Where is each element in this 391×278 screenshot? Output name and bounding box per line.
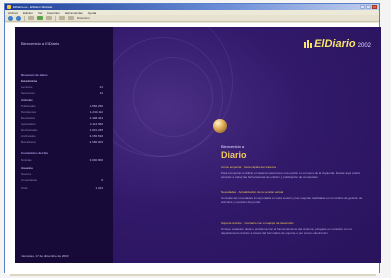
section-label[interactable]: Soporte técnico · Contacto con el equipo… (221, 221, 293, 225)
menu-ver[interactable]: Ver (38, 11, 43, 15)
sidebar-subheading: Usuarios (21, 166, 33, 170)
address-label: Dirección (77, 16, 90, 20)
sidebar-row-value: 1.001.345 (89, 128, 103, 132)
window-controls (360, 5, 377, 9)
minimize-button[interactable] (360, 5, 365, 9)
sidebar-row[interactable]: Pendientes 1.240.112 (21, 110, 103, 114)
sidebar-row-label: Publicados (21, 104, 36, 108)
sidebar-section-title: Contenidos del día (21, 151, 48, 155)
sidebar-row[interactable]: Conectados 8 (21, 178, 103, 182)
toolbar: Dirección (5, 15, 379, 22)
sidebar-row[interactable]: Total 1.234 (21, 186, 103, 190)
sidebar-row-label: Revisados (21, 116, 36, 120)
sidebar-row-value: 2.180.003 (89, 140, 103, 144)
sidebar-row-value: 1.234 (95, 186, 103, 190)
sidebar-row-value: 3.000.800 (89, 158, 103, 162)
menu-edicion[interactable]: Edición (23, 11, 33, 15)
sidebar: Bienvenido a ElDiario Resumen de datos E… (15, 27, 113, 263)
brand-logo[interactable]: ElDiario 2002 (304, 38, 371, 50)
main-panel: ElDiario 2002 Bienvenido a Diario Cómo e… (113, 27, 381, 263)
browser-icon (7, 5, 11, 9)
sidebar-subheading: Artículos (21, 98, 33, 102)
sidebar-row-label: Noticias (21, 158, 32, 162)
section-text: Si tiene cualquier duda o problema con e… (221, 227, 352, 235)
sidebar-row-value: 24 (99, 85, 103, 89)
welcome-line: Bienvenido a (221, 144, 245, 149)
sidebar-row-label: Borradores (21, 140, 36, 144)
sidebar-row[interactable]: Publicados 1.560.250 (21, 104, 103, 108)
window-title: ElDiario.es - ElDiario Website (13, 5, 53, 9)
sidebar-subheading: Estadísticas (21, 79, 38, 83)
section-text: Consulte las novedades incorporadas en e… (221, 196, 363, 204)
sidebar-row-value: 12 (99, 91, 103, 95)
sidebar-row-value: 8 (101, 178, 103, 182)
sidebar-row-label: Pendientes (21, 110, 37, 114)
welcome-title: Diario (221, 150, 247, 160)
current-date: miércoles, 17 de diciembre de 2003 (21, 254, 69, 258)
sidebar-row-label: Archivados (21, 134, 36, 138)
sidebar-row[interactable]: Borradores 2.180.003 (21, 140, 103, 144)
section-label[interactable]: Novedades · Actualización de la versión … (221, 190, 283, 194)
brand-year: 2002 (357, 43, 371, 49)
sidebar-section-title: Resumen de datos (21, 73, 48, 77)
sidebar-row[interactable]: Archivados 2.150.520 (21, 134, 103, 138)
stop-icon[interactable] (28, 16, 34, 20)
sidebar-row[interactable]: Revisados 2.498.444 (21, 116, 103, 120)
sidebar-row-value: 1.560.250 (89, 104, 103, 108)
sidebar-row-value: 2.498.444 (89, 116, 103, 120)
sidebar-row[interactable]: Secciones 12 (21, 91, 103, 95)
sidebar-row-label: Nuevos (21, 172, 32, 176)
menu-ayuda[interactable]: Ayuda (88, 11, 96, 15)
sidebar-row-value: 2.150.520 (89, 134, 103, 138)
sidebar-row-value: 1.240.112 (89, 110, 103, 114)
sidebar-row[interactable]: Aprobados 2.112.560 (21, 122, 103, 126)
sidebar-row-value: 2.112.560 (89, 122, 103, 126)
sidebar-row-label: Lectores (21, 85, 33, 89)
sidebar-row[interactable]: Nuevos (21, 172, 103, 176)
maximize-button[interactable] (366, 5, 371, 9)
browser-window: ElDiario.es - ElDiario Website Archivo E… (4, 3, 381, 274)
toolbar-divider (55, 15, 56, 21)
background-swirl (133, 57, 213, 137)
refresh-icon[interactable] (37, 16, 43, 20)
sidebar-row[interactable]: Noticias 3.000.800 (21, 158, 103, 162)
toolbar-divider (24, 15, 25, 21)
close-button[interactable] (372, 5, 377, 9)
screen: ElDiario.es - ElDiario Website Archivo E… (0, 0, 391, 278)
globe-icon (213, 119, 227, 133)
menu-herramientas[interactable]: Herramientas (65, 11, 83, 15)
page-viewport: Bienvenido a ElDiario Resumen de datos E… (5, 23, 381, 274)
logo-icon (304, 40, 313, 48)
forward-icon[interactable] (16, 15, 21, 21)
sidebar-row[interactable]: Rechazados 1.001.345 (21, 128, 103, 132)
menu-favoritos[interactable]: Favoritos (47, 11, 59, 15)
back-icon[interactable] (8, 15, 13, 21)
menu-archivo[interactable]: Archivo (8, 11, 18, 15)
sidebar-row-label: Aprobados (21, 122, 36, 126)
sidebar-greeting: Bienvenido a ElDiario (21, 41, 60, 46)
sidebar-row-label: Conectados (21, 178, 38, 182)
sidebar-row-label: Secciones (21, 91, 35, 95)
sidebar-row-label: Total (21, 186, 28, 190)
search-icon[interactable] (59, 16, 65, 20)
home-icon[interactable] (46, 16, 52, 20)
favorites-icon[interactable] (68, 16, 74, 20)
screen-bottom-edge (10, 274, 376, 276)
brand-name: ElDiario (314, 38, 356, 50)
sidebar-row[interactable]: Lectores 24 (21, 85, 103, 89)
section-label[interactable]: Cómo empezar · Guía rápida del sistema (221, 165, 276, 169)
sidebar-row-label: Rechazados (21, 128, 38, 132)
section-text: Para comenzar a utilizar el sistema sele… (221, 171, 360, 179)
